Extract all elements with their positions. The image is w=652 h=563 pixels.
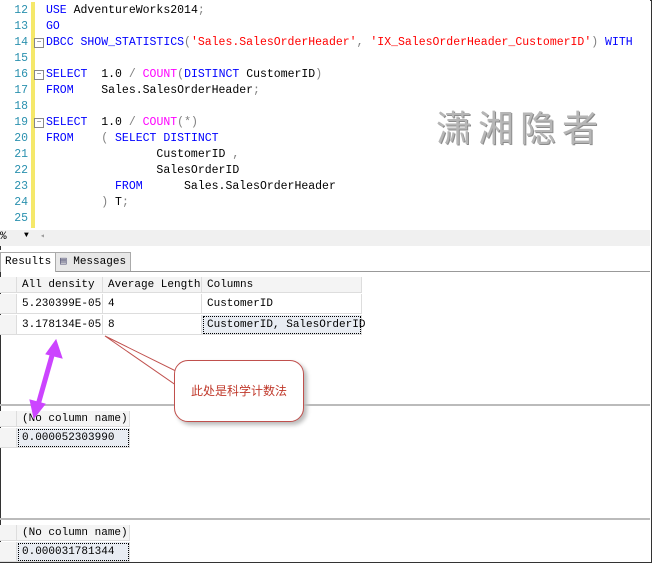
annotation-callout: 此处是科学计数法	[174, 360, 304, 422]
double-arrow-icon	[29, 338, 63, 420]
annotation-overlay	[29, 335, 191, 420]
